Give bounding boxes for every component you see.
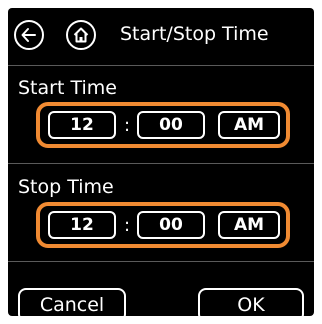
home-button[interactable]	[66, 20, 96, 50]
arrow-left-icon	[21, 28, 36, 42]
stop-time-label: Stop Time	[18, 176, 114, 198]
time-separator: :	[123, 114, 131, 136]
divider	[8, 163, 314, 164]
start-minute-field[interactable]: 00	[137, 111, 205, 139]
back-button[interactable]	[14, 20, 44, 50]
time-separator: :	[123, 214, 131, 236]
page-title: Start/Stop Time	[120, 23, 269, 45]
stop-ampm-field[interactable]: AM	[218, 211, 280, 239]
header: Start/Stop Time	[8, 8, 314, 62]
stop-hour-field[interactable]: 12	[48, 211, 116, 239]
start-hour-field[interactable]: 12	[48, 111, 116, 139]
divider	[8, 261, 314, 262]
start-ampm-field[interactable]: AM	[218, 111, 280, 139]
stop-time-group[interactable]: 12 : 00 AM	[36, 202, 290, 248]
stop-minute-field[interactable]: 00	[137, 211, 205, 239]
home-icon	[73, 27, 89, 43]
start-time-label: Start Time	[18, 77, 117, 99]
divider	[8, 65, 314, 66]
cancel-button[interactable]: Cancel	[18, 288, 126, 316]
start-time-group[interactable]: 12 : 00 AM	[36, 102, 290, 148]
thermostat-screen: Start/Stop Time Start Time 12 : 00 AM St…	[8, 8, 314, 316]
ok-button[interactable]: OK	[198, 288, 304, 316]
